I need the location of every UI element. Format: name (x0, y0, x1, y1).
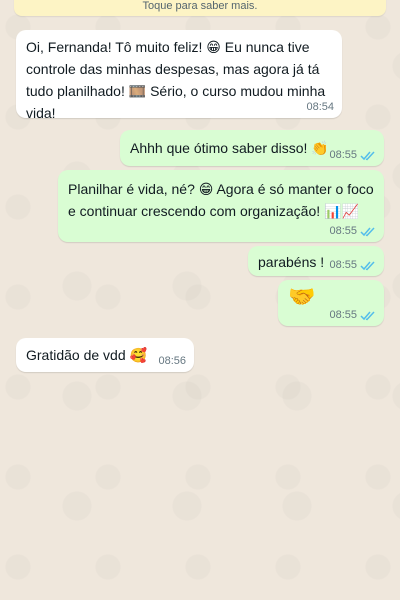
read-receipt-icon (360, 150, 375, 160)
info-banner[interactable]: Toque para saber mais. (14, 0, 386, 16)
message-time: 08:55 (329, 309, 357, 321)
read-receipt-icon (360, 310, 375, 320)
message-time: 08:55 (329, 149, 357, 161)
message-bubble-outgoing[interactable]: parabéns ! 08:55 (248, 246, 384, 276)
message-emoji: 🤝 (288, 284, 316, 309)
message-time: 08:56 (158, 355, 186, 367)
message-bubble-incoming[interactable]: Oi, Fernanda! Tô muito feliz! 😁 Eu nunca… (16, 30, 342, 121)
info-banner-text: Toque para saber mais. (142, 0, 258, 12)
message-time: 08:55 (329, 259, 357, 271)
message-time: 08:55 (329, 225, 357, 237)
message-text: Planilhar é vida, né? 😁 Agora é só mante… (68, 181, 374, 219)
message-bubble-outgoing[interactable]: Ahhh que ótimo saber disso! 👏 08:55 (120, 130, 384, 166)
read-receipt-icon (360, 226, 375, 236)
message-bubble-incoming[interactable]: Gratidão de vdd 🥰 08:56 (16, 338, 194, 372)
message-text: Oi, Fernanda! Tô muito feliz! 😁 Eu nunca… (26, 39, 326, 121)
message-time: 08:54 (306, 101, 334, 113)
message-bubble-outgoing[interactable]: 🤝 08:55 (278, 280, 384, 326)
message-bubble-outgoing[interactable]: Planilhar é vida, né? 😁 Agora é só mante… (58, 170, 384, 242)
read-receipt-icon (360, 260, 375, 270)
